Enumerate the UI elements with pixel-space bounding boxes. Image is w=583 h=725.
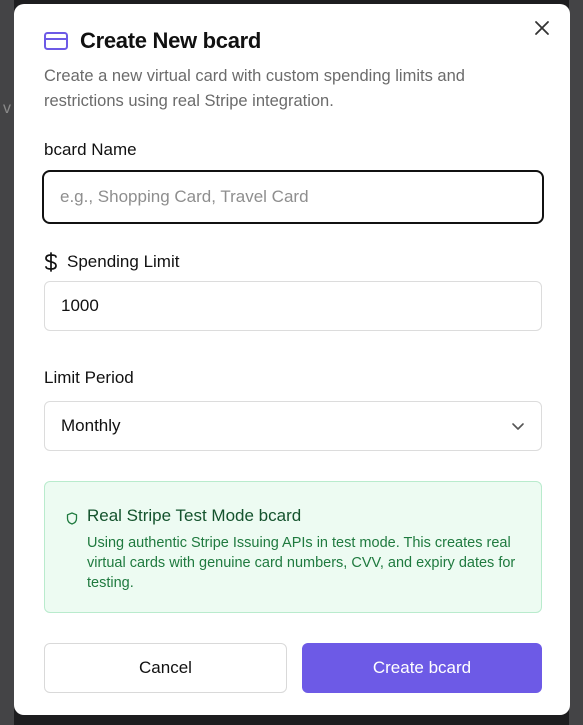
limit-period-label: Limit Period <box>44 368 134 387</box>
dollar-sign-icon <box>45 252 57 272</box>
create-bcard-dialog: Create New bcard Create a new virtual ca… <box>14 4 570 715</box>
stripe-test-mode-notice: Real Stripe Test Mode bcard Using authen… <box>44 481 542 613</box>
spending-limit-input[interactable] <box>44 281 542 331</box>
backdrop-left: v <box>0 0 14 725</box>
dialog-description: Create a new virtual card with custom sp… <box>44 67 465 110</box>
limit-period-value: Monthly <box>61 416 121 435</box>
create-bcard-button[interactable]: Create bcard <box>302 643 542 693</box>
notice-body: Using authentic Stripe Issuing APIs in t… <box>87 535 516 591</box>
notice-title: Real Stripe Test Mode bcard <box>87 506 302 525</box>
dialog-title: Create New bcard <box>80 28 262 53</box>
bcard-name-input[interactable] <box>42 170 544 224</box>
credit-card-icon <box>44 32 68 50</box>
spending-limit-label: Spending Limit <box>44 252 179 272</box>
dialog-header: Create New bcard <box>44 28 261 54</box>
bcard-name-label: bcard Name <box>44 140 137 159</box>
cancel-button[interactable]: Cancel <box>44 643 287 693</box>
backdrop-right <box>569 0 583 725</box>
shield-icon <box>66 512 78 525</box>
chevron-down-icon <box>512 423 524 430</box>
backdrop-text: v <box>3 100 11 117</box>
spending-limit-label-text: Spending Limit <box>67 252 180 271</box>
limit-period-select[interactable]: Monthly <box>44 401 542 451</box>
close-icon[interactable] <box>533 19 551 37</box>
